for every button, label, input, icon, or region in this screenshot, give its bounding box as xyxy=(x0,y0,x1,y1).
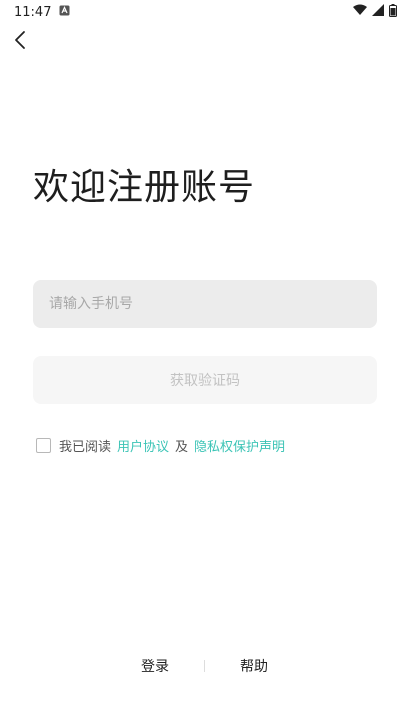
agreement-prefix: 我已阅读 xyxy=(59,439,112,455)
status-left: 11:47 xyxy=(14,5,70,20)
status-time: 11:47 xyxy=(14,4,52,20)
signal-icon xyxy=(372,4,384,20)
wifi-icon xyxy=(353,4,367,20)
notification-icon xyxy=(59,5,70,20)
status-right xyxy=(353,3,397,21)
agreement-checkbox[interactable] xyxy=(36,437,51,453)
privacy-policy-link[interactable]: 隐私权保护声明 xyxy=(194,436,285,455)
agreement-conjunction: 及 xyxy=(175,439,189,455)
login-link[interactable]: 登录 xyxy=(120,656,190,676)
phone-input[interactable] xyxy=(33,280,377,328)
status-bar: 11:47 xyxy=(0,0,409,24)
battery-icon xyxy=(389,3,397,21)
get-code-button[interactable]: 获取验证码 xyxy=(33,356,377,404)
back-button[interactable] xyxy=(8,30,32,54)
chevron-left-icon xyxy=(13,30,27,54)
page-title: 欢迎注册账号 xyxy=(33,167,256,208)
bottom-nav: 登录 帮助 xyxy=(0,655,409,677)
nav-divider xyxy=(204,660,205,672)
agreement-row: 我已阅读 用户协议 及 隐私权保护声明 xyxy=(36,435,291,455)
help-link[interactable]: 帮助 xyxy=(219,656,289,676)
user-agreement-link[interactable]: 用户协议 xyxy=(117,436,169,455)
